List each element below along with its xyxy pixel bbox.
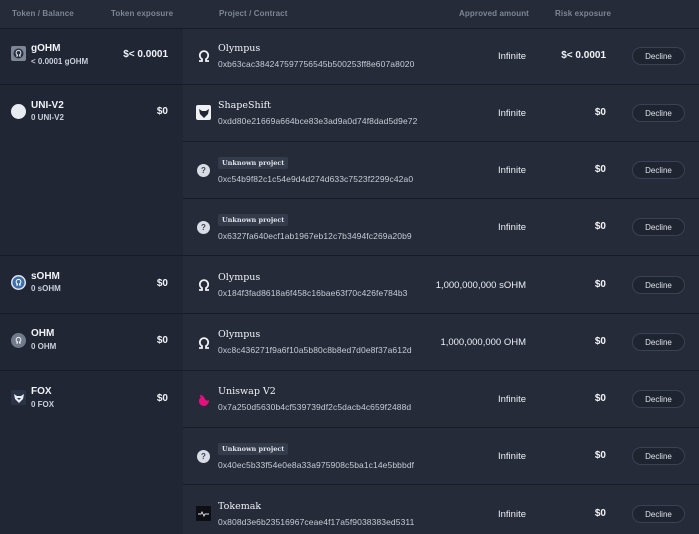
unknown-project-badge: Unknown project xyxy=(218,443,289,455)
fox-icon xyxy=(11,390,26,405)
token-exposure: $0 xyxy=(156,393,168,404)
row-divider xyxy=(0,370,699,371)
olympus-icon xyxy=(196,335,211,350)
token-name: UNI-V2 xyxy=(31,100,64,111)
risk-exposure: $0 xyxy=(594,336,606,347)
decline-button[interactable]: Decline xyxy=(632,333,685,351)
project-name: Olympus xyxy=(218,43,261,54)
token-balance: 0 UNI-V2 xyxy=(31,113,64,122)
decline-button[interactable]: Decline xyxy=(632,390,685,408)
approved-amount: Infinite xyxy=(498,509,526,520)
project-name: Tokemak xyxy=(218,501,262,512)
token-exposure: $0 xyxy=(156,106,168,117)
project-name: Olympus xyxy=(218,329,261,340)
token-name: OHM xyxy=(31,328,55,339)
question-mark: ? xyxy=(197,164,210,177)
approved-amount: Infinite xyxy=(498,451,526,462)
ohm-icon xyxy=(11,46,26,61)
approved-amount: Infinite xyxy=(498,108,526,119)
row-divider xyxy=(183,141,699,142)
token-name: FOX xyxy=(31,386,52,397)
olympus-icon xyxy=(196,277,211,292)
risk-exposure: $0 xyxy=(594,508,606,519)
risk-exposure: $< 0.0001 xyxy=(561,50,606,61)
uniswap-icon xyxy=(196,392,211,407)
risk-exposure: $0 xyxy=(594,279,606,290)
token-name: sOHM xyxy=(31,271,60,282)
risk-exposure: $0 xyxy=(594,164,606,175)
question-icon: ? xyxy=(196,449,211,464)
token-balance: 0 sOHM xyxy=(31,284,61,293)
question-icon: ? xyxy=(196,163,211,178)
token-exposure: $0 xyxy=(156,335,168,346)
question-icon: ? xyxy=(196,220,211,235)
header-risk-exposure: Risk exposure xyxy=(555,9,611,18)
approved-amount: Infinite xyxy=(498,51,526,62)
header-token-balance: Token / Balance xyxy=(12,9,74,18)
token-exposure: $< 0.0001 xyxy=(123,49,168,60)
unknown-project-badge: Unknown project xyxy=(218,157,289,169)
project-name: Olympus xyxy=(218,272,261,283)
risk-exposure: $0 xyxy=(594,393,606,404)
decline-button[interactable]: Decline xyxy=(632,447,685,465)
approved-amount: 1,000,000,000 OHM xyxy=(440,337,526,348)
decline-button[interactable]: Decline xyxy=(632,505,685,523)
decline-button[interactable]: Decline xyxy=(632,218,685,236)
token-balance: 0 OHM xyxy=(31,342,57,351)
risk-exposure: $0 xyxy=(594,221,606,232)
risk-exposure: $0 xyxy=(594,450,606,461)
blank-token-icon xyxy=(11,104,26,119)
tokemak-icon xyxy=(196,506,211,521)
row-divider xyxy=(0,313,699,314)
header-approved-amount: Approved amount xyxy=(459,9,529,18)
decline-button[interactable]: Decline xyxy=(632,47,685,65)
header-token-exposure: Token exposure xyxy=(111,9,174,18)
token-balance: < 0.0001 gOHM xyxy=(31,57,89,66)
risk-exposure: $0 xyxy=(594,107,606,118)
project-name: ShapeShift xyxy=(218,100,271,111)
olympus-icon xyxy=(196,48,211,63)
decline-button[interactable]: Decline xyxy=(632,104,685,122)
question-mark: ? xyxy=(197,221,210,234)
header-project-contract: Project / Contract xyxy=(219,9,288,18)
shapeshift-icon xyxy=(196,105,211,120)
approved-amount: Infinite xyxy=(498,394,526,405)
row-divider xyxy=(183,484,699,485)
token-balance: 0 FOX xyxy=(31,400,55,409)
approved-amount: Infinite xyxy=(498,222,526,233)
row-divider xyxy=(183,427,699,428)
decline-button[interactable]: Decline xyxy=(632,276,685,294)
token-name: gOHM xyxy=(31,43,61,54)
approved-amount: Infinite xyxy=(498,165,526,176)
project-name: Uniswap V2 xyxy=(218,386,276,397)
question-mark: ? xyxy=(197,450,210,463)
approved-amount: 1,000,000,000 sOHM xyxy=(435,280,526,291)
unknown-project-badge: Unknown project xyxy=(218,214,289,226)
sohm-icon xyxy=(11,275,26,290)
decline-button[interactable]: Decline xyxy=(632,161,685,179)
row-divider xyxy=(0,255,699,256)
header-divider xyxy=(0,28,699,29)
ohm-icon xyxy=(11,333,26,348)
row-divider xyxy=(0,84,699,85)
token-exposure: $0 xyxy=(156,278,168,289)
row-divider xyxy=(183,198,699,199)
